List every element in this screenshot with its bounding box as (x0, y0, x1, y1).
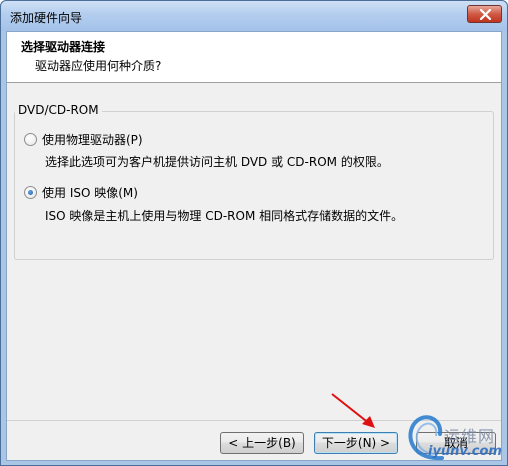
close-icon (479, 9, 492, 20)
radio-iso-image[interactable]: 使用 ISO 映像(M) (24, 184, 138, 201)
red-arrow-annotation (331, 393, 375, 428)
radio-button-checked[interactable] (24, 186, 37, 199)
back-button[interactable]: < 上一步(B) (220, 432, 304, 454)
window-title: 添加硬件向导 (10, 11, 83, 25)
radio-physical-drive-description: 选择此选项可为客户机提供访问主机 DVD 或 CD-ROM 的权限。 (45, 155, 389, 169)
close-button[interactable] (467, 5, 502, 23)
next-button[interactable]: 下一步(N) > (314, 432, 398, 454)
watermark-text-en: iyunv.com (428, 444, 502, 459)
wizard-window: 添加硬件向导 选择驱动器连接 驱动器应使用何种介质? DVD/CD-ROM 使用… (0, 0, 508, 466)
group-label: DVD/CD-ROM (15, 103, 102, 117)
title-bar[interactable]: 添加硬件向导 (1, 1, 507, 31)
radio-physical-drive-label[interactable]: 使用物理驱动器(P) (42, 131, 143, 148)
page-title: 选择驱动器连接 (21, 40, 106, 54)
radio-button[interactable] (24, 133, 37, 146)
radio-iso-image-label[interactable]: 使用 ISO 映像(M) (42, 184, 138, 201)
radio-iso-image-description: ISO 映像是主机上使用与物理 CD-ROM 相同格式存储数据的文件。 (45, 209, 404, 223)
wizard-header: 选择驱动器连接 驱动器应使用何种介质? (7, 32, 501, 83)
wizard-body: 选择驱动器连接 驱动器应使用何种介质? DVD/CD-ROM 使用物理驱动器(P… (6, 31, 502, 461)
radio-physical-drive[interactable]: 使用物理驱动器(P) (24, 131, 143, 148)
page-subtitle: 驱动器应使用何种介质? (35, 59, 162, 73)
